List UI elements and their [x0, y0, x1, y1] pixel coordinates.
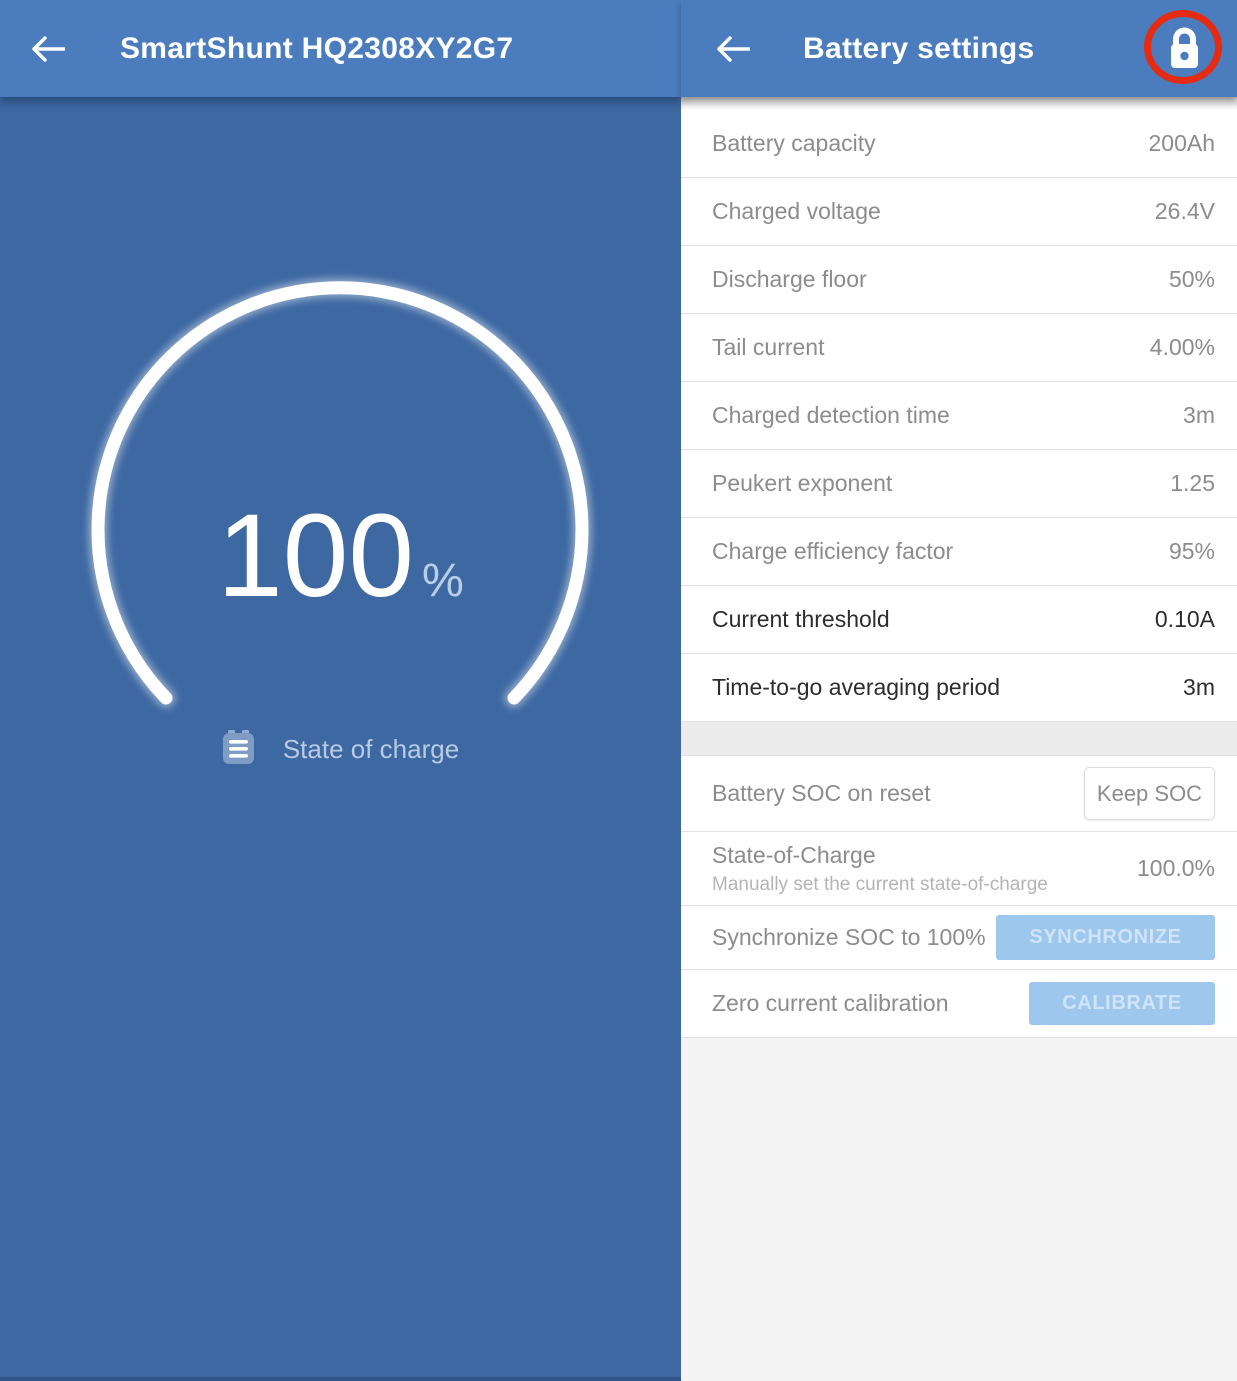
setting-value: 50%	[1169, 266, 1215, 293]
setting-value: 3m	[1183, 402, 1215, 429]
device-title: SmartShunt HQ2308XY2G7	[120, 32, 513, 66]
battery-soc-on-reset-row: Battery SOC on reset Keep SOC	[681, 756, 1237, 832]
victron-connect-app: SmartShunt HQ2308XY2G7 100%	[0, 0, 1237, 1381]
panel-filler	[681, 1038, 1237, 1381]
row-sublabel: Manually set the current state-of-charge	[712, 874, 1048, 896]
setting-label: Current threshold	[712, 606, 890, 633]
setting-label: Peukert exponent	[712, 470, 892, 497]
setting-value: 3m	[1183, 674, 1215, 701]
setting-label: Time-to-go averaging period	[712, 674, 1000, 701]
soc-value: 100%	[0, 497, 681, 615]
setting-value: 4.00%	[1150, 334, 1215, 361]
row-label: Zero current calibration	[712, 990, 949, 1017]
right-header: Battery settings	[681, 0, 1237, 97]
calibrate-button[interactable]: CALIBRATE	[1029, 982, 1215, 1025]
setting-row-current-threshold[interactable]: Current threshold 0.10A	[681, 586, 1237, 654]
setting-row-charge-efficiency-factor[interactable]: Charge efficiency factor 95%	[681, 518, 1237, 586]
row-label: State-of-Charge	[712, 842, 1048, 869]
setting-label: Charged voltage	[712, 198, 881, 225]
section-divider	[681, 722, 1237, 756]
setting-label: Charge efficiency factor	[712, 538, 953, 565]
row-label: Synchronize SOC to 100%	[712, 924, 986, 951]
setting-value: 95%	[1169, 538, 1215, 565]
setting-value: 200Ah	[1148, 130, 1215, 157]
row-label: Battery SOC on reset	[712, 780, 931, 807]
device-overview-panel: SmartShunt HQ2308XY2G7 100%	[0, 0, 681, 1381]
setting-row-tail-current[interactable]: Tail current 4.00%	[681, 314, 1237, 382]
back-arrow-icon[interactable]	[703, 19, 763, 79]
keep-soc-button[interactable]: Keep SOC	[1084, 767, 1215, 820]
battery-settings-panel: Battery settings Battery capacity 200Ah …	[681, 0, 1237, 1381]
setting-value: 1.25	[1170, 470, 1215, 497]
soc-current-value: 100.0%	[1137, 855, 1215, 882]
setting-row-time-to-go-averaging-period[interactable]: Time-to-go averaging period 3m	[681, 654, 1237, 722]
state-of-charge-gauge: 100% State of charge	[0, 97, 681, 857]
header-shadow	[681, 97, 1237, 110]
settings-list: Battery capacity 200Ah Charged voltage 2…	[681, 110, 1237, 1038]
setting-label: Tail current	[712, 334, 824, 361]
synchronize-soc-row: Synchronize SOC to 100% SYNCHRONIZE	[681, 906, 1237, 970]
soc-label: State of charge	[283, 734, 459, 765]
annotation-circle	[1144, 10, 1222, 84]
setting-row-charged-detection-time[interactable]: Charged detection time 3m	[681, 382, 1237, 450]
setting-value: 26.4V	[1155, 198, 1215, 225]
back-arrow-icon[interactable]	[18, 19, 78, 79]
setting-row-discharge-floor[interactable]: Discharge floor 50%	[681, 246, 1237, 314]
page-title: Battery settings	[803, 32, 1139, 66]
setting-row-battery-capacity[interactable]: Battery capacity 200Ah	[681, 110, 1237, 178]
setting-label: Charged detection time	[712, 402, 950, 429]
setting-value: 0.10A	[1155, 606, 1215, 633]
soc-unit: %	[422, 553, 464, 606]
synchronize-button[interactable]: SYNCHRONIZE	[996, 915, 1215, 960]
setting-row-peukert-exponent[interactable]: Peukert exponent 1.25	[681, 450, 1237, 518]
zero-current-calibration-row: Zero current calibration CALIBRATE	[681, 970, 1237, 1038]
lock-icon[interactable]	[1139, 4, 1229, 94]
state-of-charge-row[interactable]: State-of-Charge Manually set the current…	[681, 832, 1237, 906]
setting-row-charged-voltage[interactable]: Charged voltage 26.4V	[681, 178, 1237, 246]
left-header: SmartShunt HQ2308XY2G7	[0, 0, 681, 97]
setting-label: Discharge floor	[712, 266, 867, 293]
setting-label: Battery capacity	[712, 130, 876, 157]
bottom-edge	[0, 1377, 681, 1381]
battery-icon	[222, 730, 255, 769]
